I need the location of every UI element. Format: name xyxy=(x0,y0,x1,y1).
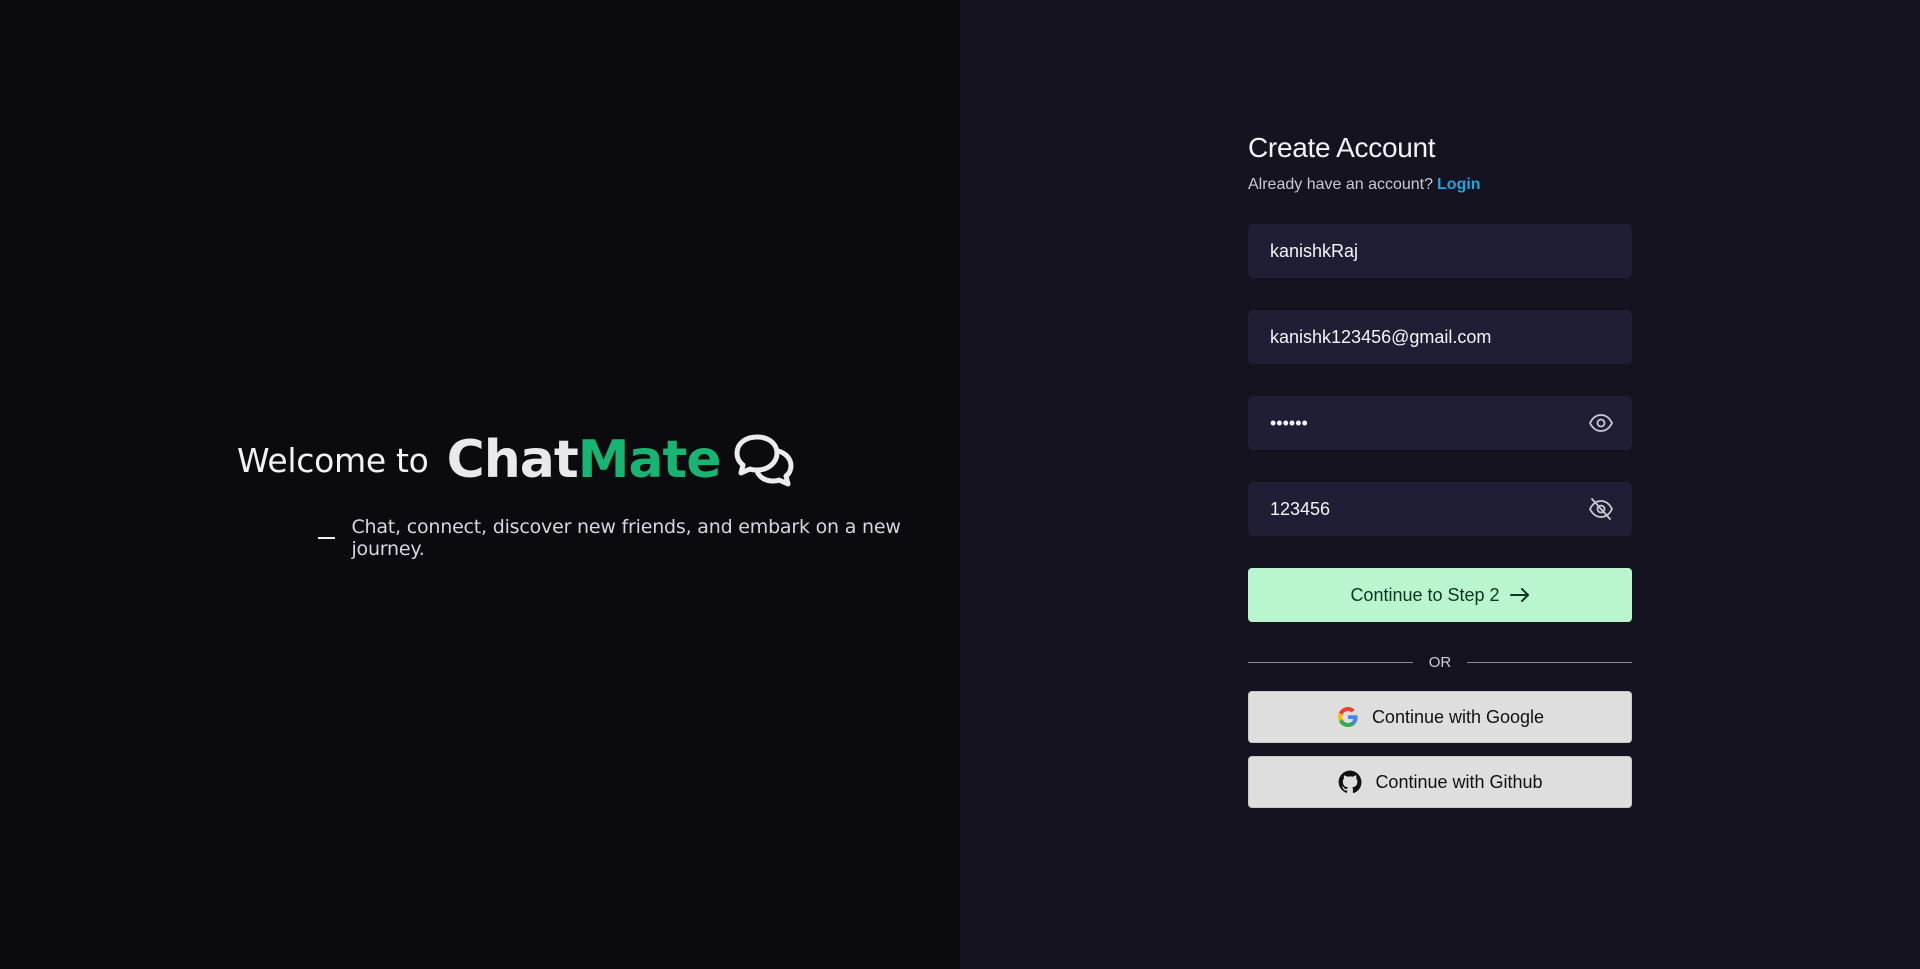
eye-icon[interactable] xyxy=(1588,411,1614,435)
github-button-label: Continue with Github xyxy=(1375,771,1543,792)
tagline-text: Chat, connect, discover new friends, and… xyxy=(351,516,901,560)
tagline: Chat, connect, discover new friends, and… xyxy=(318,516,960,560)
page-title: Create Account xyxy=(1248,132,1436,163)
email-input[interactable] xyxy=(1270,326,1610,348)
github-signin-button[interactable]: Continue with Github xyxy=(1248,756,1632,808)
login-prompt: Already have an account? Login xyxy=(1248,176,1632,194)
arrow-right-icon xyxy=(1509,588,1529,602)
brand-name-main: Chat xyxy=(446,430,579,490)
welcome-heading: Welcome to Chat Mate xyxy=(237,430,795,490)
username-field[interactable] xyxy=(1248,224,1632,278)
eye-off-icon[interactable] xyxy=(1588,497,1614,521)
brand-logo: Chat Mate xyxy=(447,430,795,490)
confirm-password-field[interactable] xyxy=(1248,482,1632,536)
signup-panel: Create Account Already have an account? L… xyxy=(960,0,1920,969)
email-field[interactable] xyxy=(1248,310,1632,364)
chat-bubbles-icon xyxy=(734,434,794,487)
password-input[interactable] xyxy=(1270,412,1610,434)
brand-name-accent: Mate xyxy=(577,430,722,490)
or-divider: OR xyxy=(1248,654,1632,671)
welcome-prefix: Welcome to xyxy=(237,440,429,480)
google-icon xyxy=(1337,707,1358,727)
login-prompt-text: Already have an account? xyxy=(1248,176,1434,193)
divider-line-left xyxy=(1248,662,1413,663)
divider-label: OR xyxy=(1428,654,1452,671)
login-link[interactable]: Login xyxy=(1437,176,1481,193)
divider-line-right xyxy=(1467,662,1632,663)
continue-step-2-button[interactable]: Continue to Step 2 xyxy=(1248,568,1632,622)
welcome-panel: Welcome to Chat Mate Chat, connect, disco… xyxy=(0,0,960,969)
github-icon xyxy=(1339,770,1362,794)
signup-form: Create Account Already have an account? L… xyxy=(1248,132,1632,808)
password-field[interactable] xyxy=(1248,396,1632,450)
tagline-dash xyxy=(318,537,336,539)
username-input[interactable] xyxy=(1270,240,1610,262)
confirm-password-input[interactable] xyxy=(1270,498,1610,520)
continue-button-label: Continue to Step 2 xyxy=(1350,584,1500,605)
google-signin-button[interactable]: Continue with Google xyxy=(1248,691,1632,743)
google-button-label: Continue with Google xyxy=(1371,706,1545,727)
